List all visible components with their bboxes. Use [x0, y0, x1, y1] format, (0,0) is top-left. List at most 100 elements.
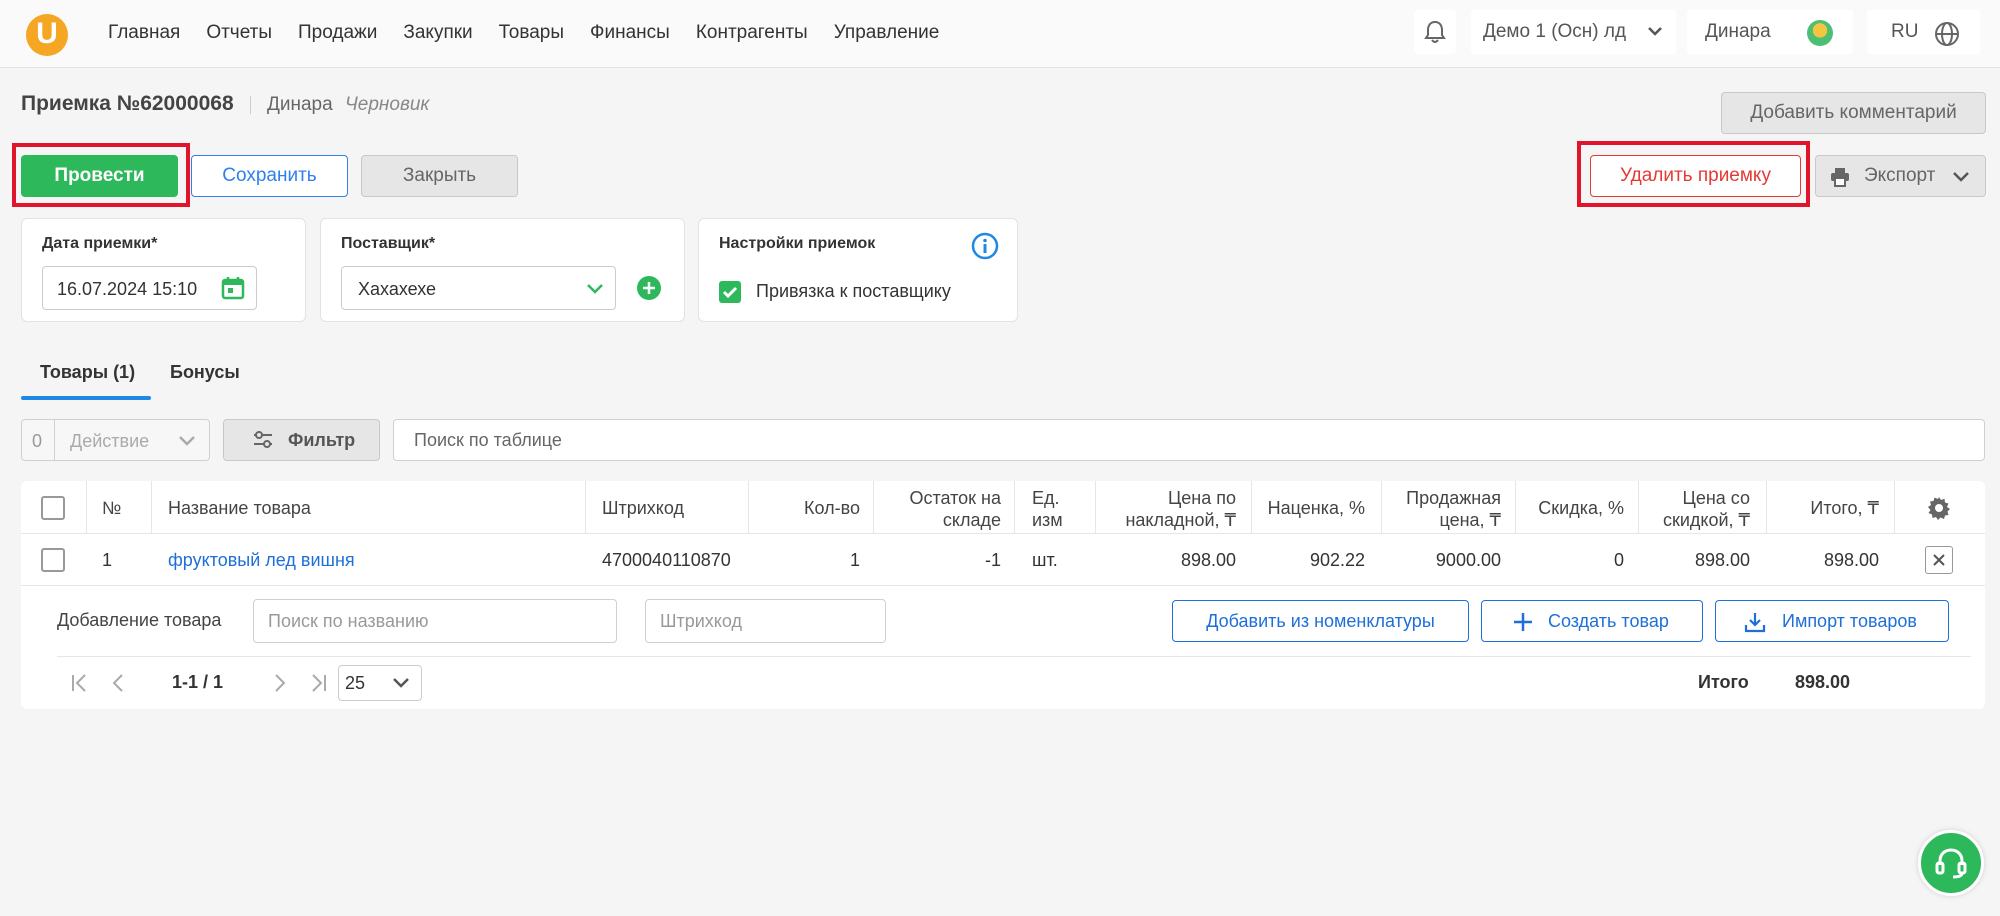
action-label: Действие: [70, 431, 150, 451]
receipt-date-field[interactable]: 16.07.2024 15:10: [42, 266, 257, 310]
import-products-button[interactable]: Импорт товаров: [1715, 600, 1949, 642]
user-menu[interactable]: Динара: [1687, 10, 1853, 54]
product-name-search-input[interactable]: [253, 599, 617, 643]
column-header-invoice-price-line1: Цена по: [1167, 488, 1236, 508]
calendar-icon[interactable]: [220, 275, 246, 301]
notifications-button[interactable]: [1414, 10, 1456, 54]
nav-item-purchases[interactable]: Закупки: [403, 22, 472, 44]
sliders-icon: [254, 431, 272, 448]
gear-icon[interactable]: [1927, 496, 1951, 520]
column-header-stock[interactable]: Остаток на складе: [873, 487, 1001, 531]
column-header-total[interactable]: Итого, ₸: [1766, 497, 1879, 519]
column-header-discount[interactable]: Скидка, %: [1515, 497, 1624, 519]
nav-item-home[interactable]: Главная: [108, 22, 180, 44]
column-header-sale-price-line2: цена, ₸: [1439, 510, 1501, 530]
filter-button[interactable]: Фильтр: [223, 419, 380, 461]
nav-item-reports[interactable]: Отчеты: [206, 22, 272, 44]
supplier-select[interactable]: Хахахехе: [341, 266, 616, 310]
post-button[interactable]: Провести: [21, 155, 178, 197]
support-chat-button[interactable]: [1918, 830, 1984, 896]
add-comment-button[interactable]: Добавить комментарий: [1721, 92, 1986, 134]
column-header-name[interactable]: Название товара: [168, 497, 311, 519]
nav-item-finance[interactable]: Финансы: [590, 22, 670, 44]
next-page-icon[interactable]: [272, 672, 288, 694]
chevron-down-icon: [179, 436, 195, 446]
footer-divider: [57, 656, 1971, 657]
page-range: 1-1 / 1: [172, 672, 224, 692]
company-selector[interactable]: Демо 1 (Осн) лд: [1471, 10, 1676, 54]
header-divider: [21, 533, 1985, 534]
delete-receipt-button[interactable]: Удалить приемку: [1590, 155, 1801, 197]
save-button[interactable]: Сохранить: [191, 155, 348, 197]
link-supplier-label: Привязка к поставщику: [756, 281, 951, 301]
user-name: Динара: [1705, 21, 1771, 42]
column-header-discounted-price[interactable]: Цена со скидкой, ₸: [1638, 487, 1750, 531]
create-product-label: Создать товар: [1548, 611, 1669, 631]
row-discounted-price: 898.00: [1694, 550, 1750, 570]
row-invoice-price[interactable]: 898.00: [1095, 550, 1236, 571]
row-markup[interactable]: 902.22: [1251, 550, 1365, 571]
tab-bonuses[interactable]: Бонусы: [170, 362, 240, 383]
chevron-down-icon: [1953, 172, 1969, 182]
document-author: Динара: [267, 94, 333, 115]
product-name-link[interactable]: фруктовый лед вишня: [168, 550, 355, 571]
nav-item-sales[interactable]: Продажи: [298, 22, 377, 44]
row-quantity[interactable]: 1: [748, 550, 860, 571]
avatar: [1807, 20, 1833, 46]
globe-icon: [1934, 20, 1960, 64]
download-icon: [1744, 613, 1766, 633]
column-header-invoice-price[interactable]: Цена по накладной, ₸: [1095, 487, 1236, 531]
chevron-down-icon: [1646, 10, 1664, 71]
add-from-catalog-button[interactable]: Добавить из номенклатуры: [1172, 600, 1469, 642]
nav-item-counterparties[interactable]: Контрагенты: [696, 22, 808, 44]
row-discount[interactable]: 0: [1515, 550, 1624, 571]
column-header-quantity[interactable]: Кол-во: [748, 497, 860, 519]
app-logo[interactable]: U: [26, 14, 68, 56]
supplier-card: Поставщик* Хахахехе: [320, 218, 685, 322]
first-page-icon[interactable]: [70, 672, 90, 694]
nav-item-products[interactable]: Товары: [499, 22, 564, 44]
headset-icon: [1935, 848, 1967, 879]
add-supplier-icon[interactable]: [636, 275, 662, 301]
close-icon: [1933, 554, 1945, 566]
column-divider: [585, 481, 586, 533]
last-page-icon[interactable]: [308, 672, 328, 694]
column-header-unit-line1: Ед.: [1032, 488, 1060, 508]
active-tab-indicator: [21, 396, 151, 400]
select-all-checkbox[interactable]: [41, 496, 65, 520]
nav-item-management[interactable]: Управление: [834, 22, 940, 44]
column-header-sale-price[interactable]: Продажная цена, ₸: [1381, 487, 1501, 531]
link-supplier-checkbox[interactable]: [719, 281, 741, 303]
export-label: Экспорт: [1864, 165, 1936, 186]
column-divider: [1014, 481, 1015, 533]
row-sale-price[interactable]: 9000.00: [1381, 550, 1501, 571]
close-button[interactable]: Закрыть: [361, 155, 518, 197]
filter-label: Фильтр: [288, 430, 356, 450]
table-search-input[interactable]: [393, 419, 1985, 461]
page-size-select[interactable]: 25: [338, 665, 422, 701]
add-product-label: Добавление товара: [57, 610, 222, 630]
column-header-unit-line2: изм: [1032, 510, 1063, 530]
previous-page-icon[interactable]: [110, 672, 126, 694]
tab-products[interactable]: Товары (1): [40, 362, 135, 383]
row-stock: -1: [984, 550, 1001, 570]
document-status: Черновик: [345, 94, 430, 115]
language-selector[interactable]: RU: [1867, 10, 1980, 54]
row-checkbox[interactable]: [41, 548, 65, 572]
barcode-input[interactable]: [645, 599, 886, 643]
column-header-barcode[interactable]: Штрихкод: [602, 497, 684, 519]
column-header-unit[interactable]: Ед. изм: [1032, 487, 1063, 531]
column-header-discounted-price-line2: скидкой, ₸: [1662, 510, 1750, 530]
create-product-button[interactable]: Создать товар: [1481, 600, 1703, 642]
title-divider: [250, 96, 251, 114]
row-number: 1: [102, 550, 113, 570]
row-barcode: 4700040110870: [602, 550, 731, 570]
export-button[interactable]: Экспорт: [1815, 155, 1986, 197]
language-code: RU: [1891, 21, 1919, 42]
bulk-action-select[interactable]: 0 Действие: [21, 419, 210, 461]
page-size-value: 25: [345, 673, 366, 693]
bell-icon: [1424, 20, 1446, 43]
remove-row-button[interactable]: [1925, 546, 1953, 574]
column-header-markup[interactable]: Наценка, %: [1251, 497, 1365, 519]
info-icon[interactable]: [971, 232, 999, 260]
